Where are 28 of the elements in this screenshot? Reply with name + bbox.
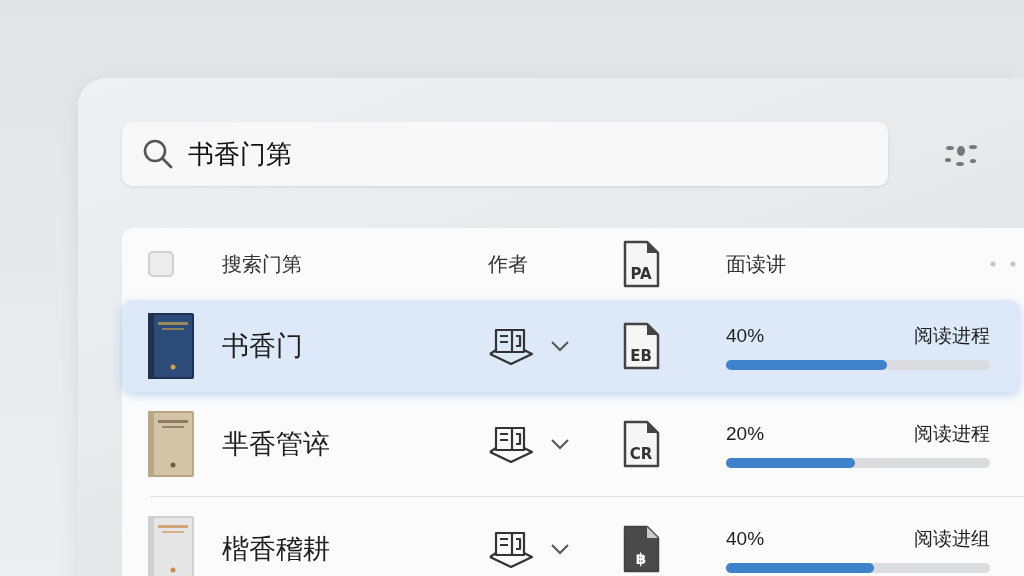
book-title: 书香门 [222, 330, 303, 361]
file-icon: PA [622, 240, 660, 288]
chevron-down-icon[interactable] [550, 438, 570, 450]
table-row[interactable]: 楷香稽耕 ฿ 40% 阅读进组 [122, 497, 1024, 576]
book-icon [488, 424, 534, 464]
progress-label: 阅读进程 [914, 323, 990, 348]
book-title: 楷香稽耕 [222, 533, 330, 564]
chevron-down-icon[interactable] [550, 340, 570, 352]
search-field[interactable]: 书香门第 [122, 122, 888, 186]
column-header[interactable]: 面读讲 [726, 253, 786, 275]
search-icon [142, 138, 174, 170]
progress-percent: 40% [726, 323, 765, 348]
book-title: 芈香管谇 [222, 428, 330, 459]
checkbox[interactable] [148, 251, 174, 277]
progress-percent: 20% [726, 421, 765, 446]
progress-label: 阅读进程 [914, 421, 990, 446]
progress-label: 阅读进组 [914, 526, 990, 551]
column-header[interactable]: 作者 [488, 253, 528, 275]
table-row[interactable]: 书香门 EB 40% 阅读进程 [122, 300, 1020, 392]
file-icon: EB [622, 322, 660, 370]
progress-percent: 40% [726, 526, 765, 551]
book-icon [488, 529, 534, 569]
chevron-down-icon[interactable] [550, 543, 570, 555]
table-row[interactable]: 芈香管谇 CR 20% 阅读进程 [122, 392, 1024, 496]
book-icon [488, 326, 534, 366]
file-icon: ฿ [622, 525, 660, 573]
column-header[interactable]: 搜索门第 [222, 253, 302, 275]
file-icon: CR [622, 420, 660, 468]
